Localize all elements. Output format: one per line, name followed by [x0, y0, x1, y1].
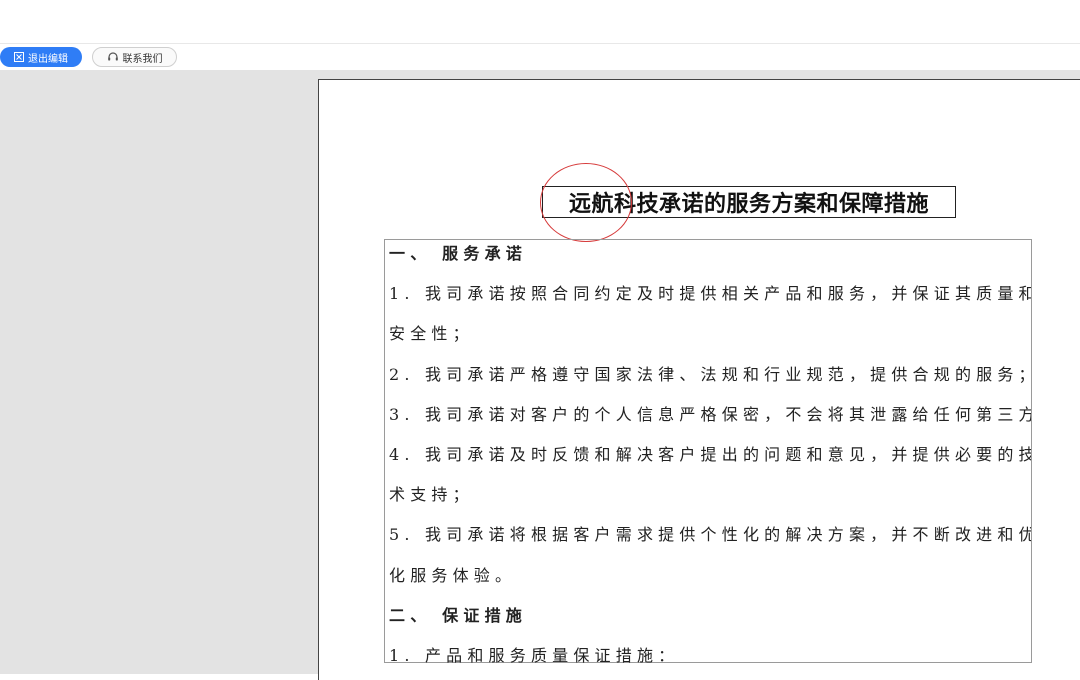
paragraph-line: 2. 我司承诺严格遵守国家法律、法规和行业规范，提供合规的服务； [389, 364, 1031, 384]
exit-edit-button[interactable]: 退出编辑 [0, 47, 82, 67]
paragraph-line: 1. 产品和服务质量保证措施： [389, 645, 680, 665]
exit-edit-label: 退出编辑 [28, 53, 68, 65]
paragraph-line: 4. 我司承诺及时反馈和解决客户提出的问题和意见，并提供必要的技 [389, 444, 1031, 464]
paragraph-line: 3. 我司承诺对客户的个人信息严格保密，不会将其泄露给任何第三方； [389, 404, 1031, 424]
contact-us-button[interactable]: 联系我们 [92, 47, 177, 67]
paragraph-line: 化服务体验。 [389, 565, 517, 585]
paragraph-line: 5. 我司承诺将根据客户需求提供个性化的解决方案，并不断改进和优 [389, 525, 1031, 545]
highlight-circle-annotation [540, 163, 632, 242]
section-heading: 二、 保证措施 [389, 605, 527, 625]
paragraph-line: 术支持； [389, 485, 474, 505]
paragraph-line: 安全性； [389, 324, 474, 344]
paragraph-line: 1. 我司承诺按照合同约定及时提供相关产品和服务，并保证其质量和 [389, 284, 1031, 304]
document-content[interactable]: 一、 服务承诺 1. 我司承诺按照合同约定及时提供相关产品和服务，并保证其质量和… [384, 239, 1032, 665]
contact-us-label: 联系我们 [122, 53, 163, 65]
headset-icon [107, 51, 119, 63]
exit-edit-icon [14, 52, 24, 62]
section-heading: 一、 服务承诺 [389, 244, 527, 263]
window-top-area [0, 0, 1080, 44]
